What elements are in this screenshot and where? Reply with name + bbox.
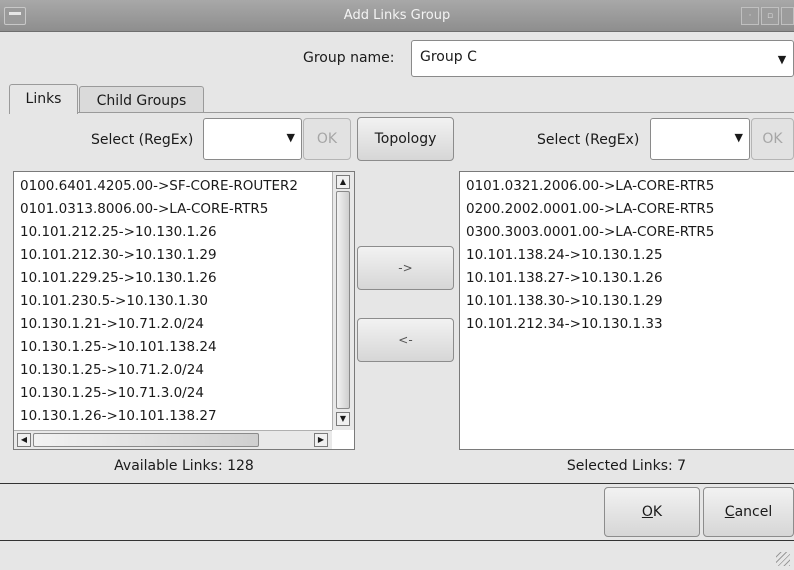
minimize-icon[interactable]: · <box>741 7 759 25</box>
list-item[interactable]: 10.101.212.25->10.130.1.26 <box>14 221 332 244</box>
right-regex-combo[interactable]: ▼ <box>650 118 750 160</box>
group-name-value: Group C <box>420 49 477 65</box>
tab-links[interactable]: Links <box>9 84 78 114</box>
list-item[interactable]: 10.101.138.30->10.130.1.29 <box>460 290 794 313</box>
left-select-label: Select (RegEx) <box>91 132 194 148</box>
scroll-right-icon[interactable]: ▶ <box>314 433 328 447</box>
right-ok-label: OK <box>762 131 783 147</box>
left-regex-combo[interactable]: ▼ <box>203 118 302 160</box>
list-item[interactable]: 10.101.138.24->10.130.1.25 <box>460 244 794 267</box>
ok-button[interactable]: OK <box>604 487 700 537</box>
list-item[interactable]: 10.130.1.25->10.101.138.24 <box>14 336 332 359</box>
tab-links-label: Links <box>25 91 62 107</box>
add-link-button[interactable]: -> <box>357 246 454 290</box>
resize-grip-icon[interactable] <box>776 552 790 566</box>
ok-button-label: OK <box>641 504 663 520</box>
cancel-button[interactable]: Cancel <box>703 487 794 537</box>
list-item[interactable]: 0300.3003.0001.00->LA-CORE-RTR5 <box>460 221 794 244</box>
list-item[interactable]: 10.101.138.27->10.130.1.26 <box>460 267 794 290</box>
list-item[interactable]: 10.130.1.21->10.71.2.0/24 <box>14 313 332 336</box>
list-item[interactable]: 0200.2002.0001.00->LA-CORE-RTR5 <box>460 198 794 221</box>
vertical-scroll-thumb[interactable] <box>336 191 350 409</box>
add-arrow-label: -> <box>398 261 413 275</box>
chevron-down-icon[interactable]: ▼ <box>771 41 793 76</box>
topology-button[interactable]: Topology <box>357 117 454 161</box>
list-item[interactable]: 0101.0321.2006.00->LA-CORE-RTR5 <box>460 175 794 198</box>
list-item[interactable]: 10.130.1.26->10.101.138.27 <box>14 405 332 428</box>
left-ok-label: OK <box>316 131 338 147</box>
list-item[interactable]: 0101.0313.8006.00->LA-CORE-RTR5 <box>14 198 332 221</box>
list-item[interactable]: 10.101.212.30->10.130.1.29 <box>14 244 332 267</box>
group-name-label: Group name: <box>303 50 395 66</box>
chevron-down-icon[interactable]: ▼ <box>287 131 295 144</box>
maximize-icon[interactable]: ▫ <box>761 7 779 25</box>
available-links-items: 0100.6401.4205.00->SF-CORE-ROUTER2 0101.… <box>14 175 332 430</box>
available-links-list[interactable]: 0100.6401.4205.00->SF-CORE-ROUTER2 0101.… <box>13 171 355 450</box>
scroll-up-icon[interactable]: ▲ <box>336 175 350 189</box>
available-links-count: Available Links: 128 <box>114 458 254 474</box>
list-item[interactable]: 0100.6401.4205.00->SF-CORE-ROUTER2 <box>14 175 332 198</box>
remove-arrow-label: <- <box>398 333 413 347</box>
list-item[interactable]: 10.130.1.25->10.71.3.0/24 <box>14 382 332 405</box>
chevron-down-icon[interactable]: ▼ <box>735 131 743 144</box>
window-title: Add Links Group <box>343 8 451 23</box>
list-item[interactable]: 10.101.230.5->10.130.1.30 <box>14 290 332 313</box>
list-item[interactable]: 10.101.229.25->10.130.1.26 <box>14 267 332 290</box>
title-bar: Add Links Group · ▫ <box>0 0 794 32</box>
cancel-button-label: Cancel <box>724 504 773 520</box>
selected-links-list[interactable]: 0101.0321.2006.00->LA-CORE-RTR5 0200.200… <box>459 171 794 450</box>
left-ok-button[interactable]: OK <box>303 118 351 160</box>
remove-link-button[interactable]: <- <box>357 318 454 362</box>
selected-links-items: 0101.0321.2006.00->LA-CORE-RTR5 0200.200… <box>460 175 794 445</box>
horizontal-scroll-thumb[interactable] <box>33 433 259 447</box>
tab-child-groups[interactable]: Child Groups <box>79 86 204 113</box>
list-item[interactable]: 10.130.1.25->10.71.2.0/24 <box>14 359 332 382</box>
tab-child-groups-label: Child Groups <box>96 93 187 109</box>
list-item[interactable]: 10.101.212.34->10.130.1.33 <box>460 313 794 336</box>
scroll-down-icon[interactable]: ▼ <box>336 412 350 426</box>
selected-links-count: Selected Links: 7 <box>566 458 687 474</box>
group-name-combo[interactable]: Group C ▼ <box>411 40 794 77</box>
topology-label: Topology <box>374 131 437 147</box>
scroll-left-icon[interactable]: ◀ <box>17 433 31 447</box>
right-ok-button[interactable]: OK <box>751 118 794 160</box>
tab-divider <box>9 112 794 113</box>
horizontal-scrollbar[interactable]: ◀ ▶ <box>14 430 332 449</box>
right-select-label: Select (RegEx) <box>537 132 640 148</box>
vertical-scrollbar[interactable]: ▲ ▼ <box>332 172 354 430</box>
close-icon[interactable] <box>781 7 794 25</box>
